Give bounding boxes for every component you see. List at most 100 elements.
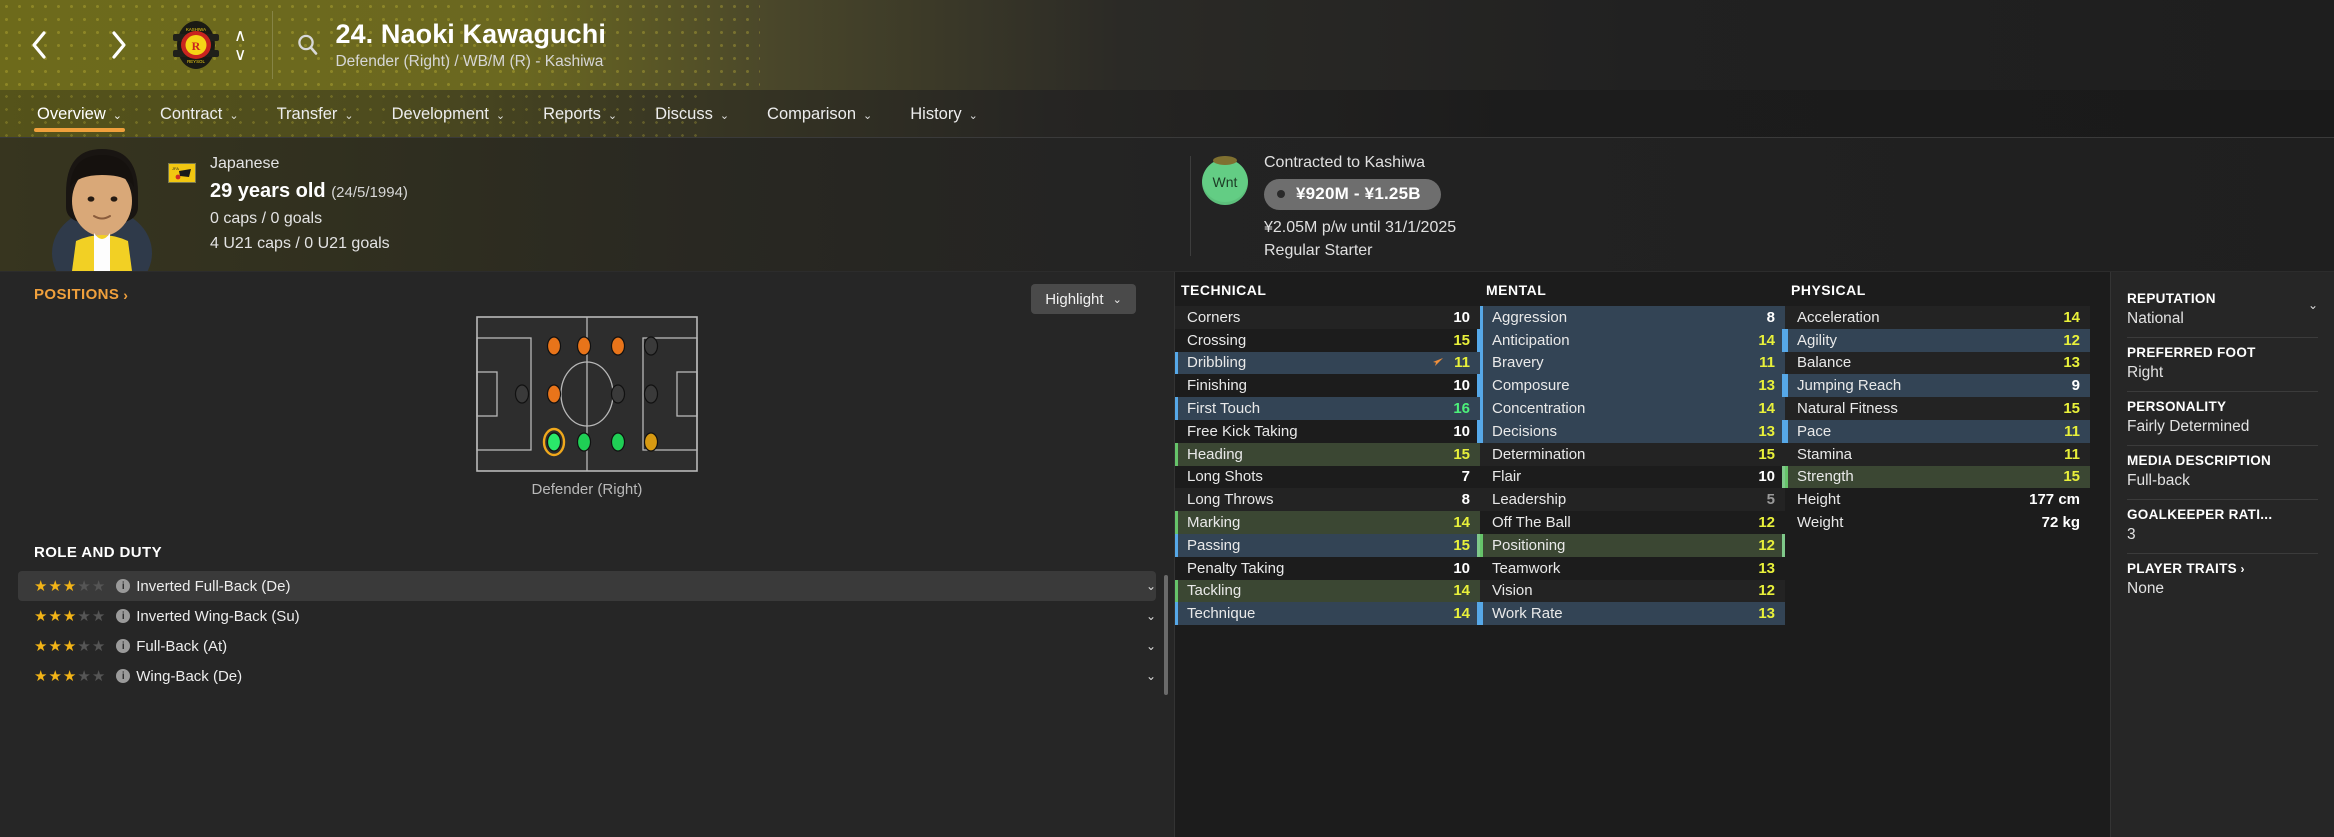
attribute-row[interactable]: First Touch 16 <box>1175 397 1480 420</box>
attribute-row[interactable]: Positioning 12 <box>1480 533 1785 557</box>
attribute-row[interactable]: Bravery 11 <box>1480 351 1785 375</box>
attribute-row[interactable]: Composure 13 <box>1480 374 1785 398</box>
attribute-row[interactable]: Jumping Reach 9 <box>1785 374 2090 398</box>
attribute-row[interactable]: Agility 12 <box>1785 328 2090 352</box>
attribute-left-marker <box>1785 328 1788 352</box>
chevron-down-icon[interactable]: ⌄ <box>1146 639 1156 653</box>
attribute-name: Corners <box>1187 308 1241 326</box>
attribute-value: 15 <box>1453 331 1470 349</box>
tab-transfer[interactable]: Transfer ⌄ <box>258 90 373 131</box>
stepper-down-icon[interactable]: ∨ <box>234 46 246 63</box>
pitch-diagram[interactable] <box>476 316 698 472</box>
attribute-row[interactable]: Crossing 15 <box>1175 328 1480 352</box>
info-icon[interactable]: i <box>116 579 131 593</box>
role-and-duty-section: ROLE AND DUTY ★ ★ ★ ★ ★ i Inverted Full-Back (… <box>0 544 1174 837</box>
attribute-row[interactable]: Concentration 14 <box>1480 397 1785 420</box>
chevron-right-icon[interactable]: › <box>2237 562 2245 576</box>
club-stepper[interactable]: ∧ ∨ <box>234 27 246 63</box>
attribute-row[interactable]: Passing 15 <box>1175 533 1480 557</box>
chevron-down-icon[interactable]: ⌄ <box>1146 579 1156 593</box>
attribute-row[interactable]: Aggression 8 <box>1480 306 1785 329</box>
attribute-left-marker <box>1480 419 1483 443</box>
stepper-up-icon[interactable]: ∧ <box>234 27 246 44</box>
chevron-down-icon[interactable]: ⌄ <box>2308 298 2318 312</box>
attribute-row[interactable]: Leadership 5 <box>1480 488 1785 512</box>
position-marker[interactable] <box>576 432 592 452</box>
role-scrollbar[interactable] <box>1164 575 1168 695</box>
attribute-row[interactable]: Decisions 13 <box>1480 419 1785 443</box>
chevron-down-icon[interactable]: ⌄ <box>1146 669 1156 683</box>
highlight-dropdown[interactable]: Highlight ⌄ <box>1031 284 1136 314</box>
attribute-row[interactable]: Determination 15 <box>1480 442 1785 466</box>
tab-contract[interactable]: Contract ⌄ <box>141 90 258 131</box>
star-icon: ★ <box>48 577 62 595</box>
attribute-row[interactable]: Flair 10 <box>1480 465 1785 489</box>
attribute-value: 16 <box>1453 400 1470 418</box>
attribute-name: Anticipation <box>1492 331 1570 349</box>
position-marker[interactable] <box>546 336 562 356</box>
tab-overview[interactable]: Overview ⌄ <box>18 90 141 132</box>
technical-rows: Corners 10 Crossing 15 Dribbling 11 Finishing 1… <box>1175 306 1480 626</box>
info-icon[interactable]: i <box>116 639 131 653</box>
chevron-down-icon[interactable]: ⌄ <box>1146 609 1156 623</box>
attribute-row[interactable]: Technique 14 <box>1175 602 1480 626</box>
attribute-row[interactable]: Long Throws 8 <box>1175 488 1480 512</box>
player-details-sidebar: REPUTATION ⌄ National PREFERRED FOOT Right PE… <box>2110 272 2334 837</box>
tab-reports[interactable]: Reports ⌄ <box>524 90 636 131</box>
attribute-row[interactable]: Dribbling 11 <box>1175 351 1480 375</box>
attribute-row[interactable]: Acceleration 14 <box>1785 306 2090 329</box>
attribute-row[interactable]: Penalty Taking 10 <box>1175 556 1480 580</box>
attribute-row[interactable]: Anticipation 14 <box>1480 328 1785 352</box>
next-button[interactable] <box>104 25 134 65</box>
role-row[interactable]: ★ ★ ★ ★ ★ i Inverted Wing-Back (Su) ⌄ <box>18 601 1156 631</box>
attribute-row[interactable]: Tackling 14 <box>1175 579 1480 603</box>
search-icon[interactable] <box>295 32 321 58</box>
role-star-rating: ★ ★ ★ ★ ★ <box>34 639 105 654</box>
info-icon[interactable]: i <box>116 669 131 683</box>
attribute-row[interactable]: Off The Ball 12 <box>1480 511 1785 534</box>
position-marker[interactable] <box>610 336 626 356</box>
age-text: 29 years old (24/5/1994) <box>210 179 408 203</box>
position-marker[interactable] <box>546 384 562 404</box>
role-row[interactable]: ★ ★ ★ ★ ★ i Wing-Back (De) ⌄ <box>18 661 1156 691</box>
positions-arrow-icon[interactable]: › <box>123 287 128 303</box>
attribute-row[interactable]: Teamwork 13 <box>1480 556 1785 580</box>
position-marker[interactable] <box>643 336 659 356</box>
tab-history[interactable]: History ⌄ <box>891 90 997 131</box>
attribute-row[interactable]: Long Shots 7 <box>1175 465 1480 489</box>
prev-button[interactable] <box>24 25 54 65</box>
position-marker[interactable] <box>643 384 659 404</box>
attribute-row[interactable]: Vision 12 <box>1480 579 1785 603</box>
position-marker[interactable] <box>643 432 659 452</box>
role-row[interactable]: ★ ★ ★ ★ ★ i Full-Back (At) ⌄ <box>18 631 1156 661</box>
position-marker[interactable] <box>576 336 592 356</box>
tab-comparison[interactable]: Comparison ⌄ <box>748 90 891 131</box>
attribute-row[interactable]: Stamina 11 <box>1785 442 2090 466</box>
attribute-row[interactable]: Heading 15 <box>1175 442 1480 466</box>
attribute-value: 15 <box>1453 536 1470 554</box>
attribute-row[interactable]: Balance 13 <box>1785 351 2090 375</box>
attribute-row[interactable]: Natural Fitness 15 <box>1785 397 2090 420</box>
role-row[interactable]: ★ ★ ★ ★ ★ i Inverted Full-Back (De) ⌄ <box>18 571 1156 601</box>
position-marker[interactable] <box>546 432 562 452</box>
positions-section-header[interactable]: POSITIONS › <box>0 272 1174 303</box>
tab-development[interactable]: Development ⌄ <box>373 90 524 131</box>
attribute-row[interactable]: Pace 11 <box>1785 419 2090 443</box>
attribute-row[interactable]: Corners 10 <box>1175 306 1480 329</box>
club-badge-icon[interactable]: R KASHIWA REYSOL <box>170 19 222 71</box>
sidebar-block-personality: PERSONALITY Fairly Determined <box>2127 392 2318 446</box>
role-list: ★ ★ ★ ★ ★ i Inverted Full-Back (De) ⌄ ★ ★ ★ ★ ★ i Inve… <box>0 571 1174 695</box>
attribute-row[interactable]: Marking 14 <box>1175 511 1480 534</box>
position-marker[interactable] <box>514 384 530 404</box>
player-value-pill[interactable]: ¥920M - ¥1.25B <box>1264 179 1441 210</box>
position-marker[interactable] <box>610 432 626 452</box>
attribute-row[interactable]: Free Kick Taking 10 <box>1175 419 1480 443</box>
attribute-row[interactable]: Work Rate 13 <box>1480 602 1785 626</box>
tab-discuss[interactable]: Discuss ⌄ <box>636 90 748 131</box>
attribute-row[interactable]: Finishing 10 <box>1175 374 1480 398</box>
position-marker[interactable] <box>610 384 626 404</box>
attribute-row[interactable]: Strength 15 <box>1785 465 2090 489</box>
status-badge[interactable]: Wnt <box>1202 156 1248 205</box>
attribute-name: Crossing <box>1187 331 1247 349</box>
info-icon[interactable]: i <box>116 609 131 623</box>
